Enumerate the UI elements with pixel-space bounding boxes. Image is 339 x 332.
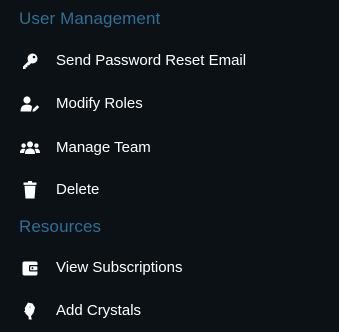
users-icon	[20, 139, 40, 157]
user-edit-icon	[20, 95, 40, 113]
menu-item-view-subscriptions[interactable]: View Subscriptions	[0, 249, 339, 287]
menu-item-delete[interactable]: Delete	[0, 171, 339, 209]
section-header-user-management: User Management	[19, 9, 161, 28]
section-header-resources: Resources	[19, 217, 102, 236]
menu-item-label: Add Crystals	[56, 302, 142, 319]
menu-item-label: Send Password Reset Email	[56, 52, 247, 69]
wallet-icon	[20, 259, 40, 277]
menu-item-label: Delete	[56, 181, 100, 198]
context-menu: User Management Send Password Reset Emai…	[0, 0, 339, 332]
menu-item-modify-roles[interactable]: Modify Roles	[0, 85, 339, 123]
trash-icon	[20, 181, 40, 199]
menu-item-label: Modify Roles	[56, 95, 143, 112]
menu-item-label: Manage Team	[56, 139, 151, 156]
menu-item-send-password-reset-email[interactable]: Send Password Reset Email	[0, 42, 339, 80]
crystal-icon	[20, 302, 40, 320]
menu-item-add-crystals[interactable]: Add Crystals	[0, 292, 339, 330]
menu-item-label: View Subscriptions	[56, 259, 183, 276]
menu-item-manage-team[interactable]: Manage Team	[0, 129, 339, 167]
key-icon	[20, 52, 40, 70]
